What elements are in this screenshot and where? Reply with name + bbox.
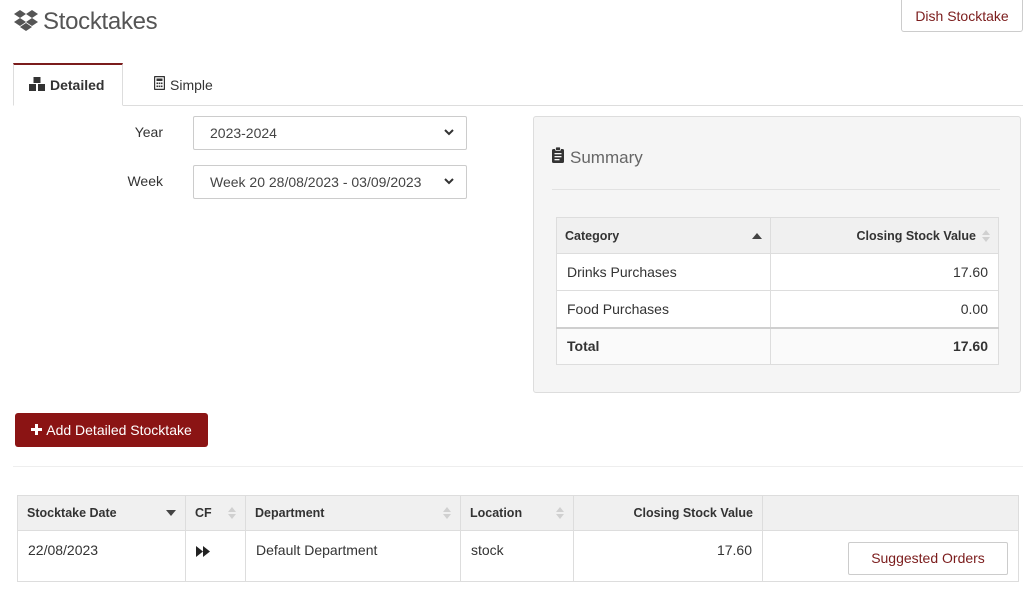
summary-category: Drinks Purchases bbox=[556, 253, 771, 291]
summary-total-label: Total bbox=[556, 326, 771, 365]
cf-cell bbox=[185, 530, 246, 582]
summary-table: Category Closing Stock Value Drinks Purc… bbox=[556, 217, 999, 365]
summary-column-category-label: Category bbox=[565, 228, 620, 243]
stocktake-closing-value: 17.60 bbox=[573, 530, 763, 582]
column-cf[interactable]: CF bbox=[185, 495, 246, 531]
summary-total-value: 17.60 bbox=[770, 326, 999, 365]
tab-simple-label: Simple bbox=[170, 76, 213, 93]
column-location-label: Location bbox=[470, 506, 523, 520]
summary-value: 0.00 bbox=[770, 290, 999, 328]
summary-divider bbox=[552, 189, 1000, 190]
summary-column-value-label: Closing Stock Value bbox=[856, 228, 976, 243]
calculator-icon bbox=[153, 75, 166, 93]
summary-column-value[interactable]: Closing Stock Value bbox=[770, 217, 999, 254]
sort-ascending-icon bbox=[752, 232, 762, 239]
column-cf-label: CF bbox=[195, 506, 212, 520]
tab-detailed[interactable]: Detailed bbox=[13, 63, 123, 106]
year-select-value: 2023-2024 bbox=[210, 125, 277, 141]
fast-forward-icon[interactable] bbox=[196, 544, 212, 560]
summary-heading: Summary bbox=[552, 146, 643, 168]
stocktake-actions: Suggested Orders bbox=[762, 530, 1019, 582]
tab-bar: Detailed Simple bbox=[13, 63, 1023, 106]
chevron-down-icon bbox=[444, 128, 454, 139]
clipboard-icon bbox=[552, 146, 564, 168]
page-title-text: Stocktakes bbox=[43, 8, 158, 35]
summary-value: 17.60 bbox=[770, 253, 999, 291]
plus-icon bbox=[31, 422, 43, 438]
column-actions bbox=[762, 495, 1019, 531]
sort-icon bbox=[228, 506, 236, 520]
summary-category: Food Purchases bbox=[556, 290, 771, 328]
add-detailed-stocktake-button[interactable]: Add Detailed Stocktake bbox=[15, 413, 208, 447]
column-location[interactable]: Location bbox=[460, 495, 574, 531]
sort-descending-icon bbox=[166, 510, 176, 516]
week-label: Week bbox=[127, 173, 163, 189]
column-department-label: Department bbox=[255, 506, 325, 520]
stocktake-department: Default Department bbox=[245, 530, 461, 582]
dropbox-icon bbox=[13, 9, 39, 36]
table-row: Food Purchases 0.00 bbox=[556, 290, 999, 328]
add-detailed-stocktake-label: Add Detailed Stocktake bbox=[46, 422, 192, 438]
section-divider bbox=[13, 466, 1023, 467]
table-row: 22/08/2023 Default Department stock 17.6… bbox=[17, 530, 1019, 582]
tab-simple[interactable]: Simple bbox=[139, 63, 228, 106]
week-select[interactable]: Week 20 28/08/2023 - 03/09/2023 bbox=[193, 165, 467, 199]
chevron-down-icon bbox=[444, 177, 454, 188]
year-select[interactable]: 2023-2024 bbox=[193, 116, 467, 150]
summary-panel: Summary Category Closing Stock Value Dri… bbox=[533, 116, 1021, 393]
stocktakes-table: Stocktake Date CF Department Location Cl… bbox=[17, 495, 1019, 582]
column-stocktake-date-label: Stocktake Date bbox=[27, 506, 117, 520]
cubes-icon bbox=[29, 76, 45, 94]
table-row: Drinks Purchases 17.60 bbox=[556, 253, 999, 291]
summary-column-category[interactable]: Category bbox=[556, 217, 771, 254]
week-select-value: Week 20 28/08/2023 - 03/09/2023 bbox=[210, 174, 422, 190]
summary-title: Summary bbox=[570, 147, 643, 167]
dish-stocktake-button[interactable]: Dish Stocktake bbox=[901, 0, 1023, 32]
sort-icon bbox=[443, 506, 451, 520]
column-closing-stock-value: Closing Stock Value bbox=[573, 495, 763, 531]
year-label: Year bbox=[134, 124, 163, 140]
column-stocktake-date[interactable]: Stocktake Date bbox=[17, 495, 186, 531]
suggested-orders-button[interactable]: Suggested Orders bbox=[848, 541, 1008, 575]
stocktake-location: stock bbox=[460, 530, 574, 582]
sort-icon bbox=[982, 229, 990, 243]
stocktake-date: 22/08/2023 bbox=[17, 530, 186, 582]
sort-icon bbox=[556, 506, 564, 520]
tab-detailed-label: Detailed bbox=[50, 77, 105, 93]
column-department[interactable]: Department bbox=[245, 495, 461, 531]
summary-total-row: Total 17.60 bbox=[556, 326, 999, 365]
column-closing-stock-value-label: Closing Stock Value bbox=[633, 506, 753, 520]
page-title: Stocktakes bbox=[13, 8, 158, 36]
